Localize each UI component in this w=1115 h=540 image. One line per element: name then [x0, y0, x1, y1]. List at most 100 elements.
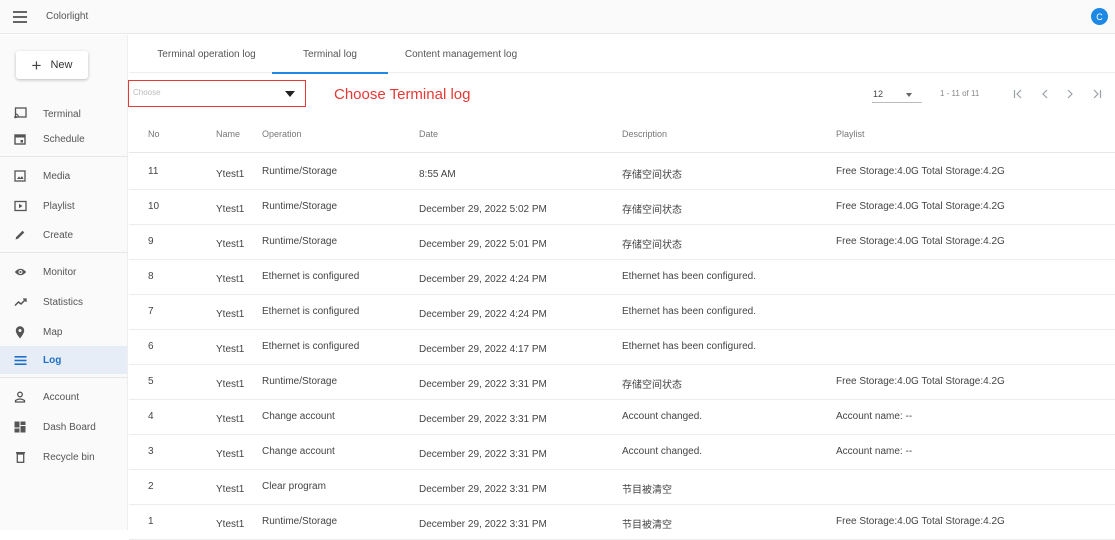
- sidebar-item-label: Playlist: [43, 200, 75, 212]
- column-header-description: Description: [622, 129, 668, 139]
- cell-description: Account changed.: [622, 411, 703, 422]
- cell-description: 存储空间状态: [622, 205, 682, 216]
- cell-description: Ethernet has been configured.: [622, 341, 756, 352]
- column-header-no: No: [148, 129, 160, 139]
- sidebar-item-label: Map: [43, 326, 63, 338]
- cell-date: December 29, 2022 3:31 PM: [419, 379, 547, 390]
- cell-no: 4: [148, 411, 154, 422]
- image-icon: [13, 169, 27, 183]
- annotation-label: Choose Terminal log: [334, 86, 471, 103]
- app-title: Colorlight: [46, 11, 89, 22]
- tab-terminal-log[interactable]: Terminal log: [272, 35, 388, 74]
- dashboard-icon: [13, 420, 27, 434]
- table-row: 3 Ytest1 Change account December 29, 202…: [129, 435, 1115, 470]
- page-size-value: 12: [873, 89, 884, 99]
- cell-description: Ethernet has been configured.: [622, 271, 756, 282]
- new-button-label: New: [50, 59, 73, 71]
- sidebar-item-map[interactable]: Map: [0, 318, 127, 346]
- sidebar-item-label: Create: [43, 229, 74, 241]
- cell-operation: Change account: [262, 446, 335, 457]
- column-header-date: Date: [419, 129, 439, 139]
- sidebar-item-label: Account: [43, 391, 80, 403]
- cell-operation: Change account: [262, 411, 335, 422]
- cell-no: 9: [148, 236, 154, 247]
- sidebar-item-label: Dash Board: [43, 421, 96, 433]
- first-page-icon[interactable]: [1011, 87, 1025, 101]
- sidebar-item-label: Log: [43, 354, 62, 366]
- table-row: 1 Ytest1 Runtime/Storage December 29, 20…: [129, 505, 1115, 540]
- cell-description: 节目被清空: [622, 520, 672, 531]
- next-page-icon[interactable]: [1063, 87, 1077, 101]
- person-icon: [13, 390, 27, 404]
- cell-operation: Runtime/Storage: [262, 201, 338, 212]
- column-header-operation: Operation: [262, 129, 302, 139]
- sidebar-item-media[interactable]: Media: [0, 162, 127, 190]
- divider: [0, 252, 127, 253]
- sidebar-item-create[interactable]: Create: [0, 221, 127, 249]
- tab-content-management-log[interactable]: Content management log: [388, 35, 534, 73]
- last-page-icon[interactable]: [1090, 87, 1104, 101]
- cell-playlist: Account name: --: [836, 411, 913, 422]
- cell-description: 存储空间状态: [622, 380, 682, 391]
- cell-name: Ytest1: [216, 484, 245, 495]
- divider: [0, 377, 127, 378]
- calendar-icon: [13, 132, 27, 146]
- sidebar-item-label: Statistics: [43, 296, 84, 308]
- playlist-icon: [13, 199, 27, 213]
- tab-terminal-operation-log[interactable]: Terminal operation log: [141, 35, 272, 73]
- sidebar-item-terminal[interactable]: Terminal: [0, 99, 127, 127]
- cell-description: 存储空间状态: [622, 240, 682, 251]
- sidebar-item-label: Media: [43, 170, 71, 182]
- sidebar-item-schedule[interactable]: Schedule: [0, 125, 127, 153]
- table-row: 8 Ytest1 Ethernet is configured December…: [129, 260, 1115, 295]
- cell-name: Ytest1: [216, 309, 245, 320]
- sidebar-item-dashboard[interactable]: Dash Board: [0, 413, 127, 441]
- cell-name: Ytest1: [216, 379, 245, 390]
- cell-operation: Ethernet is configured: [262, 271, 360, 282]
- sidebar-item-label: Terminal: [43, 109, 81, 120]
- sidebar-item-label: Recycle bin: [43, 451, 95, 463]
- sidebar-item-statistics[interactable]: Statistics: [0, 288, 127, 316]
- prev-page-icon[interactable]: [1038, 87, 1052, 101]
- cell-playlist: Account name: --: [836, 446, 913, 457]
- cell-operation: Runtime/Storage: [262, 376, 338, 387]
- cell-name: Ytest1: [216, 239, 245, 250]
- cell-playlist: Free Storage:4.0G Total Storage:4.2G: [836, 516, 1005, 527]
- table-row: 6 Ytest1 Ethernet is configured December…: [129, 330, 1115, 365]
- cell-playlist: Free Storage:4.0G Total Storage:4.2G: [836, 376, 1005, 387]
- cell-name: Ytest1: [216, 169, 245, 180]
- avatar[interactable]: C: [1091, 8, 1108, 25]
- new-button[interactable]: + New: [16, 51, 88, 79]
- cell-operation: Runtime/Storage: [262, 516, 338, 527]
- terminal-select-placeholder: Choose: [133, 88, 161, 97]
- cell-no: 10: [148, 201, 160, 212]
- cell-date: December 29, 2022 4:24 PM: [419, 309, 547, 320]
- terminal-select[interactable]: Choose: [128, 80, 306, 107]
- cell-operation: Ethernet is configured: [262, 341, 360, 352]
- plus-icon: +: [31, 55, 42, 75]
- cell-operation: Runtime/Storage: [262, 166, 338, 177]
- chevron-down-icon: [906, 93, 912, 97]
- sidebar-item-label: Monitor: [43, 266, 77, 278]
- cell-name: Ytest1: [216, 344, 245, 355]
- table-row: 10 Ytest1 Runtime/Storage December 29, 2…: [129, 190, 1115, 225]
- menu-icon[interactable]: [13, 10, 27, 23]
- column-header-playlist: Playlist: [836, 129, 865, 139]
- pagination-range: 1 - 11 of 11: [940, 89, 980, 98]
- table-row: 7 Ytest1 Ethernet is configured December…: [129, 295, 1115, 330]
- sidebar-item-playlist[interactable]: Playlist: [0, 192, 127, 220]
- sidebar-item-log[interactable]: Log: [0, 346, 127, 374]
- dropdown-arrow-icon: [285, 91, 295, 97]
- column-header-name: Name: [216, 129, 241, 139]
- sidebar-item-account[interactable]: Account: [0, 383, 127, 411]
- pencil-icon: [13, 228, 27, 242]
- table-row: 11 Ytest1 Runtime/Storage 8:55 AM 存储空间状态…: [129, 155, 1115, 190]
- sidebar-item-recycle-bin[interactable]: Recycle bin: [0, 443, 127, 471]
- page-size-select[interactable]: 12: [872, 85, 922, 103]
- cell-playlist: Free Storage:4.0G Total Storage:4.2G: [836, 166, 1005, 177]
- sidebar-item-monitor[interactable]: Monitor: [0, 258, 127, 286]
- cell-no: 5: [148, 376, 154, 387]
- eye-icon: [13, 265, 27, 279]
- cell-no: 2: [148, 481, 154, 492]
- cell-no: 8: [148, 271, 154, 282]
